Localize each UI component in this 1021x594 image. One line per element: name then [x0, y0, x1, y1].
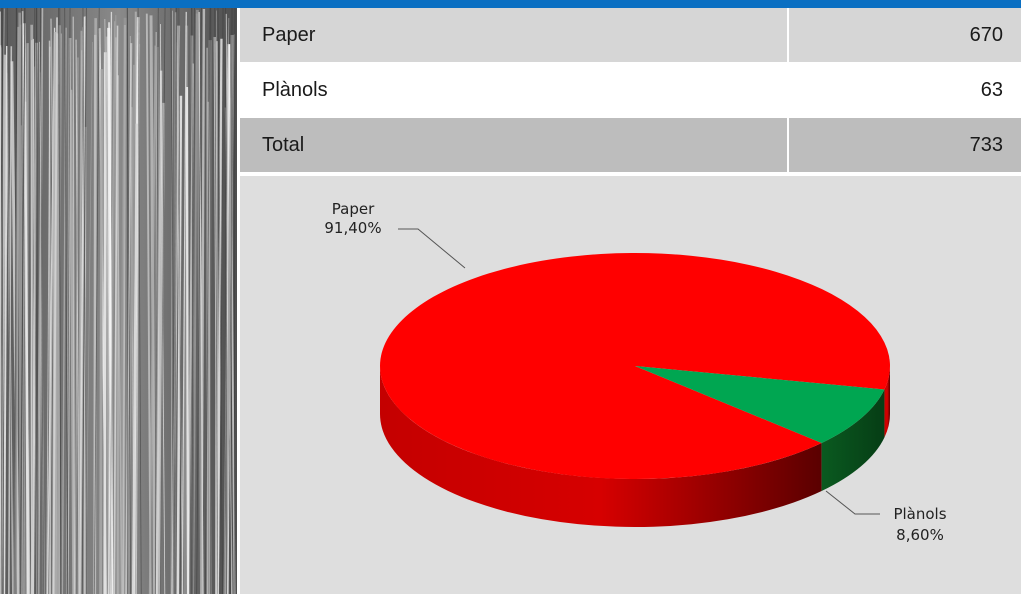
pie-label-paper-percent: 91,40%	[324, 219, 381, 237]
paper-stack-image	[0, 8, 237, 594]
page: Paper 670 Plànols 63 Total 733 Paper 91,…	[0, 0, 1021, 594]
header-bar	[0, 0, 1021, 8]
data-table: Paper 670 Plànols 63 Total 733	[240, 8, 1021, 173]
row-label: Plànols	[262, 78, 328, 101]
pie-leader-planols	[825, 490, 880, 515]
row-value: 733	[787, 118, 1021, 172]
pie-label-planols-percent: 8,60%	[896, 526, 944, 544]
pie-chart: Paper91,40% Plànols 8,60%	[324, 200, 946, 544]
row-label: Paper	[262, 23, 316, 46]
pie-slice-paper	[380, 252, 890, 479]
pie-leader-paper	[398, 228, 466, 269]
table-row: Plànols 63	[240, 63, 1021, 118]
paper-stack-photo	[0, 8, 237, 594]
row-label: Total	[262, 133, 305, 156]
pie-label-planols-name: Plànols	[893, 505, 946, 523]
table-row: Paper 670	[240, 8, 1021, 63]
row-value: 63	[787, 63, 1021, 117]
pie-chart-panel: Paper 91,40% Plànols 8,60%	[240, 174, 1021, 594]
table-row-total: Total 733	[240, 118, 1021, 173]
row-value: 670	[787, 8, 1021, 62]
pie-label-paper-name: Paper	[332, 200, 375, 218]
